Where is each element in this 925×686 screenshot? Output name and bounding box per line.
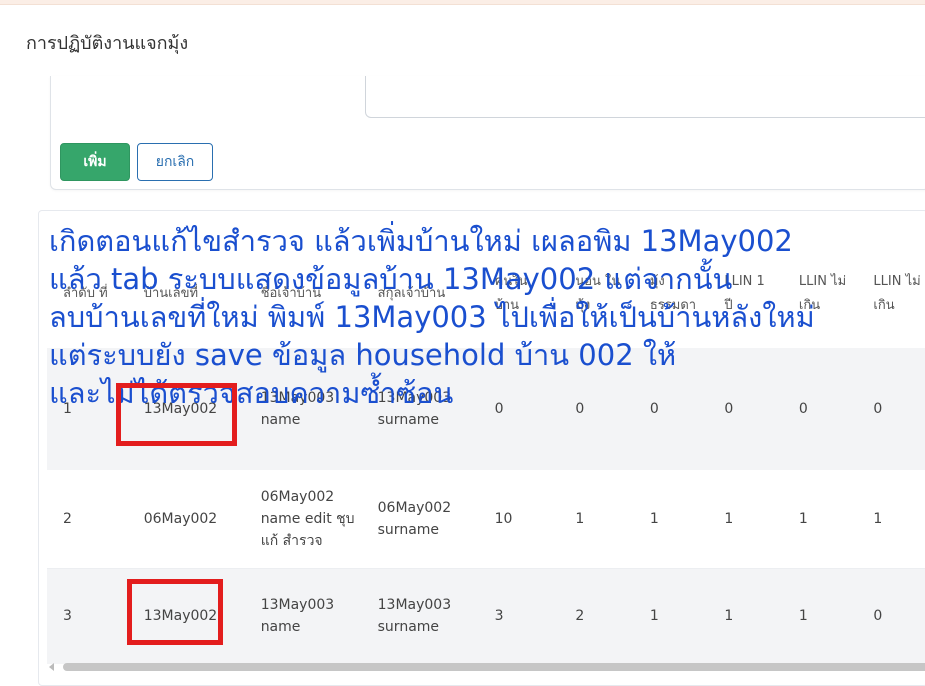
- cell-llin-1-year: 1: [708, 568, 783, 664]
- cell-llin-not-exceed-b: 1: [857, 470, 925, 569]
- annotation-line: เกิดตอนแก้ไขสำรวจ แล้วเพิ่มบ้านใหม่ เผลอ…: [49, 224, 793, 258]
- highlight-box-row-1-house: [116, 383, 237, 446]
- cell-household-members: 10: [478, 470, 560, 569]
- horizontal-scrollbar[interactable]: [49, 661, 925, 673]
- cell-owner-name: 06May002 name edit ชุบ แก้ สำรวจ: [244, 470, 362, 569]
- cell-household-members: 3: [478, 568, 560, 664]
- cell-regular-net: 1: [633, 568, 709, 664]
- annotation-line: ลบบ้านเลขที่ใหม่ พิมพ์ 13May003 ไปเพื่อใ…: [49, 300, 815, 334]
- cell-llin-not-exceed-a: 1: [782, 470, 858, 569]
- page-title: การปฏิบัติงานแจกมุ้ง: [26, 33, 189, 54]
- cell-index: 2: [47, 470, 128, 569]
- cell-sleep-under-net: 2: [559, 568, 634, 664]
- highlight-box-row-3-house: [127, 579, 223, 645]
- cell-llin-not-exceed-a: 1: [782, 568, 858, 664]
- add-button[interactable]: เพิ่ม: [60, 143, 130, 181]
- form-card: เพิ่ม ยกเลิก: [50, 76, 925, 190]
- cell-index: 3: [47, 568, 128, 664]
- annotation-line: แต่ระบบยัง save ข้อมูล household บ้าน 00…: [49, 338, 677, 372]
- cell-owner-surname: 06May002 surname: [361, 470, 479, 569]
- note-textarea[interactable]: [365, 76, 925, 118]
- cell-owner-surname: 13May003 surname: [361, 568, 479, 664]
- top-strip: [0, 0, 925, 5]
- scroll-left-arrow-icon[interactable]: [49, 663, 54, 671]
- cell-owner-name: 13May003 name: [244, 568, 362, 664]
- table-row[interactable]: 2 06May002 06May002 name edit ชุบ แก้ สำ…: [47, 470, 925, 569]
- cell-llin-1-year: 1: [708, 470, 783, 569]
- annotation-line: แล้ว tab ระบบแสดงข้อมูลบ้าน 13May002 แต่…: [49, 262, 733, 296]
- cell-regular-net: 1: [633, 470, 709, 569]
- cancel-button[interactable]: ยกเลิก: [137, 143, 213, 181]
- scroll-thumb[interactable]: [63, 663, 925, 671]
- cell-sleep-under-net: 1: [559, 470, 634, 569]
- cell-llin-not-exceed-b: 0: [857, 568, 925, 664]
- cell-house-number: 06May002: [127, 470, 245, 569]
